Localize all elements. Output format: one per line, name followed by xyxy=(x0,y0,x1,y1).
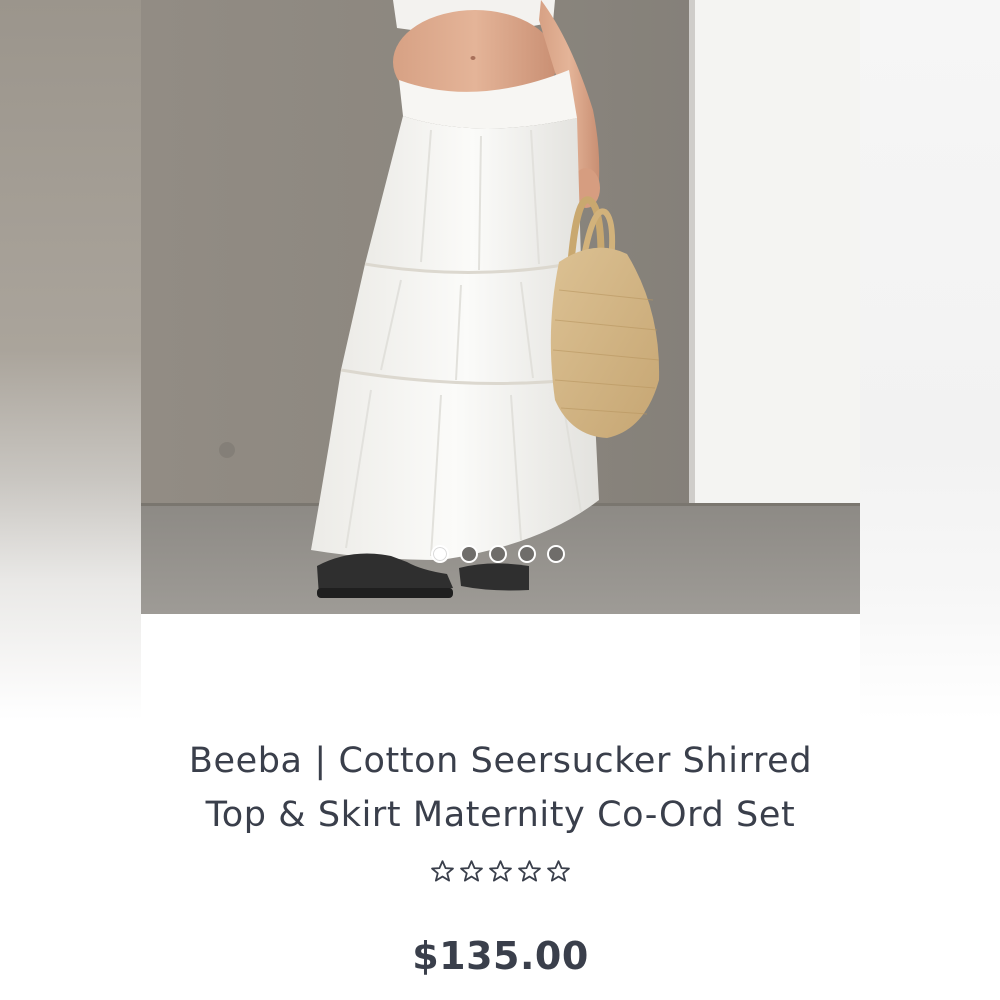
product-title: Beeba | Cotton Seersucker Shirred Top & … xyxy=(141,734,860,842)
product-card: Beeba | Cotton Seersucker Shirred Top & … xyxy=(141,0,860,1000)
carousel-dot-1[interactable] xyxy=(430,545,449,563)
product-photo xyxy=(141,0,860,614)
star-outline-icon[interactable] xyxy=(429,858,456,885)
star-outline-icon[interactable] xyxy=(545,858,572,885)
star-outline-icon[interactable] xyxy=(458,858,485,885)
carousel-dot-3[interactable] xyxy=(488,545,507,563)
blurred-backdrop-left xyxy=(0,0,141,1000)
product-title-line-2: Top & Skirt Maternity Co-Ord Set xyxy=(205,795,796,835)
star-outline-icon[interactable] xyxy=(487,858,514,885)
carousel-dot-5[interactable] xyxy=(546,545,565,563)
rating-stars[interactable] xyxy=(141,858,860,885)
carousel-indicator xyxy=(141,545,857,563)
product-price: $135.00 xyxy=(412,934,589,978)
carousel-dot-2[interactable] xyxy=(459,545,478,563)
product-page: Beeba | Cotton Seersucker Shirred Top & … xyxy=(0,0,1000,1000)
carousel-dot-4[interactable] xyxy=(517,545,536,563)
blurred-backdrop-right xyxy=(860,0,1000,1000)
star-outline-icon[interactable] xyxy=(516,858,543,885)
product-image[interactable] xyxy=(141,0,860,614)
product-title-line-1: Beeba | Cotton Seersucker Shirred xyxy=(188,741,813,781)
